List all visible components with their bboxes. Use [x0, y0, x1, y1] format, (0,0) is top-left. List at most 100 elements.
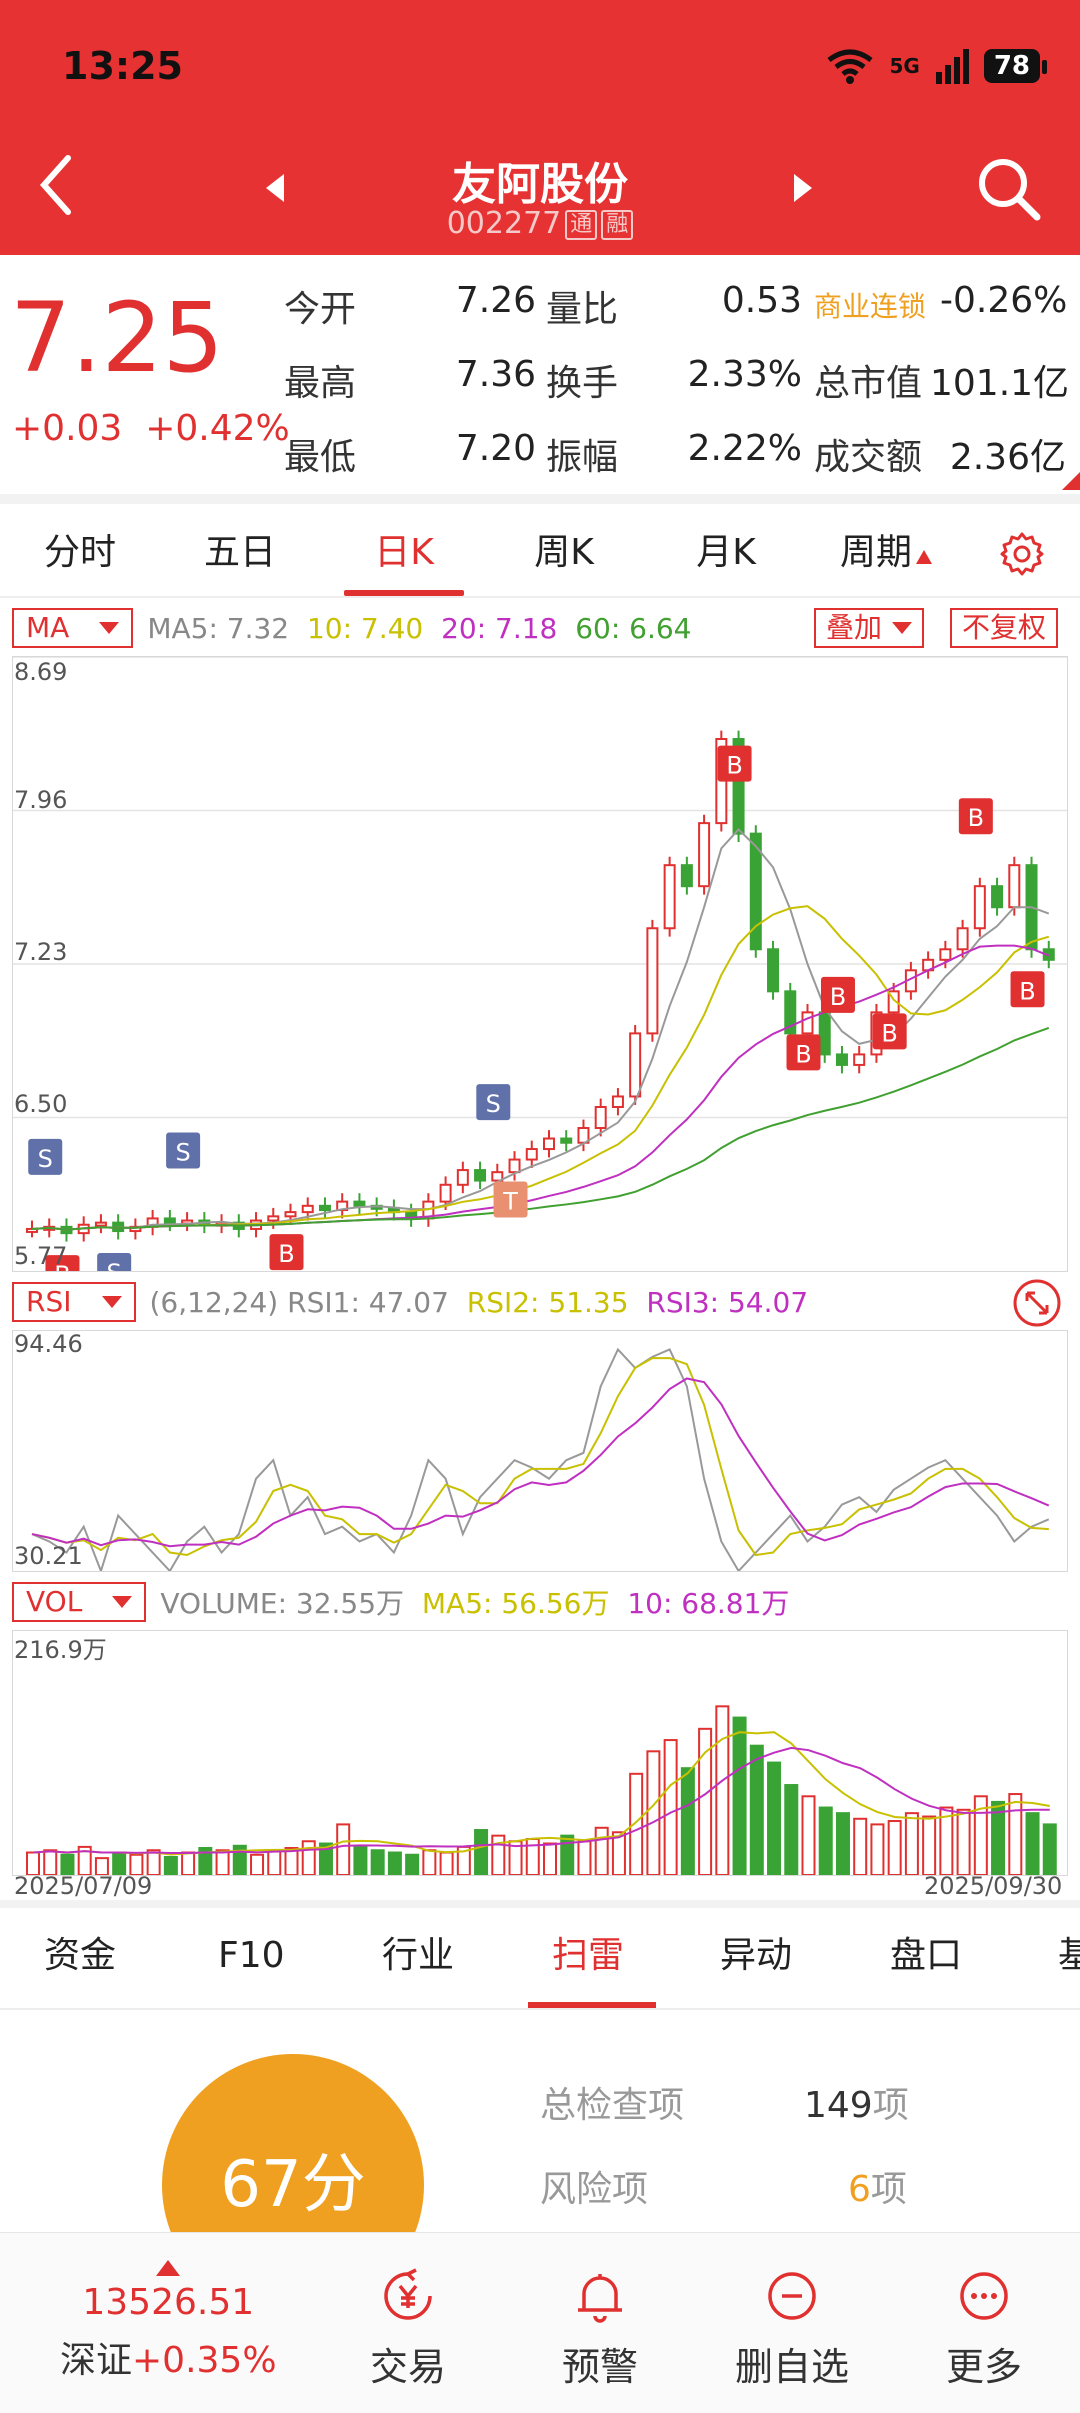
- module-tab-f10[interactable]: F10: [218, 1908, 285, 2004]
- rsi-indicator-row: RSI (6,12,24) RSI1: 47.07 RSI2: 51.35 RS…: [12, 1282, 808, 1322]
- rsi-select[interactable]: RSI: [12, 1282, 136, 1322]
- module-tabs: 资金 F10 行业 扫雷 异动 盘口 基: [0, 1908, 1080, 2004]
- marker-text: B: [968, 804, 984, 832]
- kline-candle: [1008, 864, 1021, 909]
- ma20-value: 20: 7.18: [441, 611, 558, 645]
- kline-candle: [646, 927, 659, 1035]
- volume-bar: [870, 1823, 885, 1877]
- rsi-params: (6,12,24): [149, 1285, 279, 1319]
- kline-chart[interactable]: BSSSBSTBBBBBB: [12, 656, 1068, 1292]
- overlay-button[interactable]: 叠加: [814, 608, 925, 648]
- amplitude-value: 2.22%: [687, 428, 802, 469]
- volume-bar: [405, 1853, 420, 1877]
- ma-select-label: MA: [26, 611, 70, 644]
- stock-code: 002277: [446, 206, 562, 241]
- kline-candle: [560, 1137, 573, 1144]
- more-button[interactable]: 更多: [904, 2266, 1064, 2391]
- search-icon[interactable]: [974, 154, 1044, 224]
- kline-candle: [698, 822, 711, 888]
- kline-tick-4: 6.50: [14, 1090, 68, 1118]
- marker-text: B: [278, 1240, 294, 1268]
- trade-button[interactable]: 交易: [328, 2266, 488, 2391]
- volume-bar: [801, 1795, 816, 1877]
- remove-watchlist-button[interactable]: 删自选: [712, 2266, 872, 2391]
- kline-candle: [508, 1158, 521, 1174]
- kline-candle: [439, 1183, 452, 1203]
- kline-candle: [680, 864, 693, 888]
- vol-select[interactable]: VOL: [12, 1582, 147, 1622]
- module-tab-scan[interactable]: 扫雷: [552, 1908, 624, 2004]
- divider: [0, 1900, 1080, 1908]
- ma60-value: 60: 6.64: [575, 611, 692, 645]
- marker-text: T: [502, 1188, 518, 1216]
- module-tab-anomaly[interactable]: 异动: [720, 1908, 792, 2004]
- ma-indicator-row: MA MA5: 7.32 10: 7.40 20: 7.18 60: 6.64: [12, 608, 692, 648]
- kline-candle: [94, 1221, 107, 1227]
- total-check-num: 149: [804, 2085, 873, 2126]
- kline-candle: [611, 1095, 624, 1108]
- low-label: 最低: [284, 437, 357, 478]
- amount-label: 成交额: [814, 437, 923, 478]
- tab-daily-k[interactable]: 日K: [354, 510, 454, 596]
- signal-marker: B: [786, 1034, 821, 1071]
- volume-bar: [267, 1849, 282, 1877]
- more-label: 更多: [945, 2345, 1022, 2389]
- index-ticker[interactable]: 13526.51 深证+0.35%: [60, 2260, 277, 2383]
- vol-ma10: 10: 68.81万: [627, 1587, 790, 1620]
- risk-item-num: 6: [848, 2169, 871, 2210]
- signal-marker: B: [269, 1234, 304, 1271]
- marker-text: S: [38, 1145, 53, 1173]
- module-tab-industry[interactable]: 行业: [382, 1908, 454, 2004]
- status-time: 13:25: [62, 44, 183, 88]
- volume-bar: [594, 1826, 609, 1877]
- marker-text: S: [486, 1090, 501, 1118]
- tab-period-label: 周期: [839, 532, 912, 573]
- volume-bar: [646, 1750, 661, 1876]
- kline-svg: BSSSBSTBBBBBB: [13, 656, 1067, 1292]
- tab-intraday[interactable]: 分时: [30, 510, 130, 596]
- remove-label: 删自选: [734, 2345, 849, 2389]
- settings-icon[interactable]: [998, 530, 1046, 578]
- ma-select[interactable]: MA: [12, 608, 134, 648]
- rsi-svg: [31, 1347, 1050, 1575]
- kline-candle: [318, 1204, 331, 1212]
- volume-bar: [491, 1834, 506, 1876]
- tab-period[interactable]: 周期: [826, 510, 946, 596]
- kline-candle: [818, 1011, 831, 1056]
- kline-candle: [594, 1105, 607, 1130]
- volume-bar: [887, 1820, 902, 1876]
- tab-weekly-k[interactable]: 周K: [514, 510, 614, 596]
- tab-monthly-k[interactable]: 月K: [676, 510, 776, 596]
- alert-button[interactable]: 预警: [520, 2266, 680, 2391]
- volume-bar: [422, 1849, 437, 1877]
- dropdown-icon: [112, 1596, 133, 1608]
- kline-candle: [543, 1137, 555, 1151]
- expand-corner[interactable]: [1062, 472, 1080, 490]
- volume-bar: [732, 1716, 747, 1876]
- marker-text: B: [726, 752, 742, 780]
- rsi-chart[interactable]: [12, 1330, 1068, 1575]
- caret-icon: [916, 550, 932, 564]
- volume-chart[interactable]: [12, 1630, 1068, 1877]
- divider: [0, 494, 1080, 504]
- volume-bar: [749, 1744, 764, 1877]
- stock-name: 友阿股份: [452, 159, 628, 210]
- dropdown-icon: [892, 622, 913, 634]
- module-tab-fund[interactable]: 基: [1058, 1908, 1080, 2004]
- alert-label: 预警: [561, 2345, 638, 2389]
- volume-bar: [543, 1842, 557, 1876]
- yuan-icon: [384, 2268, 432, 2320]
- turnover-value: 2.33%: [687, 354, 802, 395]
- module-tab-orderbook[interactable]: 盘口: [890, 1908, 962, 2004]
- kline-candle: [663, 864, 676, 930]
- sector-label[interactable]: 商业连锁: [814, 285, 926, 325]
- expand-icon[interactable]: [1012, 1278, 1062, 1328]
- adjust-button[interactable]: 不复权: [950, 608, 1059, 648]
- module-tab-funds[interactable]: 资金: [44, 1908, 116, 2004]
- total-check-label: 总检查项: [540, 2085, 685, 2126]
- amplitude-label: 振幅: [546, 437, 619, 478]
- kline-candle: [973, 885, 986, 930]
- tab-five-day[interactable]: 五日: [190, 510, 290, 596]
- rsi-line: [31, 1357, 1049, 1557]
- next-icon[interactable]: [794, 174, 812, 202]
